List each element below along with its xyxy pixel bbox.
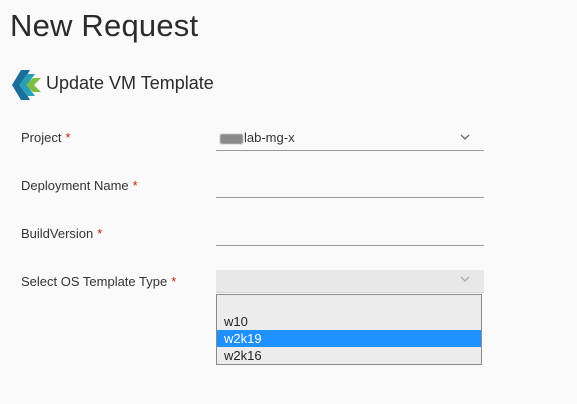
os-template-type-select[interactable] (216, 270, 484, 293)
deployment-name-input[interactable] (216, 175, 484, 198)
dropdown-option-w2k16[interactable]: w2k16 (217, 347, 481, 364)
project-label: Project * (21, 130, 71, 145)
os-template-type-dropdown: w10 w2k19 w2k16 (216, 294, 482, 365)
catalog-item-header: Update VM Template (8, 66, 214, 104)
project-row: Project * lab-mg-x (21, 130, 484, 160)
page-title: New Request (10, 8, 199, 43)
deployment-name-label: Deployment Name * (21, 178, 138, 193)
required-marker: * (171, 274, 177, 289)
dropdown-option-empty[interactable] (217, 296, 481, 313)
redacted-text (220, 133, 243, 144)
build-version-input[interactable] (216, 223, 484, 246)
required-marker: * (132, 178, 138, 193)
deployment-name-row: Deployment Name * (21, 178, 484, 208)
build-version-label: BuildVersion * (21, 226, 103, 241)
dropdown-option-w10[interactable]: w10 (217, 313, 481, 330)
project-value: lab-mg-x (220, 130, 295, 145)
catalog-item-title: Update VM Template (46, 72, 214, 93)
required-marker: * (97, 226, 103, 241)
dropdown-option-w2k19[interactable]: w2k19 (217, 330, 481, 347)
required-marker: * (65, 130, 71, 145)
chevron-down-icon (460, 276, 470, 282)
vm-template-logo-icon (12, 70, 41, 100)
chevron-down-icon (460, 134, 470, 140)
build-version-row: BuildVersion * (21, 226, 484, 256)
os-template-type-label: Select OS Template Type * (21, 274, 177, 289)
project-select[interactable]: lab-mg-x (216, 128, 484, 151)
